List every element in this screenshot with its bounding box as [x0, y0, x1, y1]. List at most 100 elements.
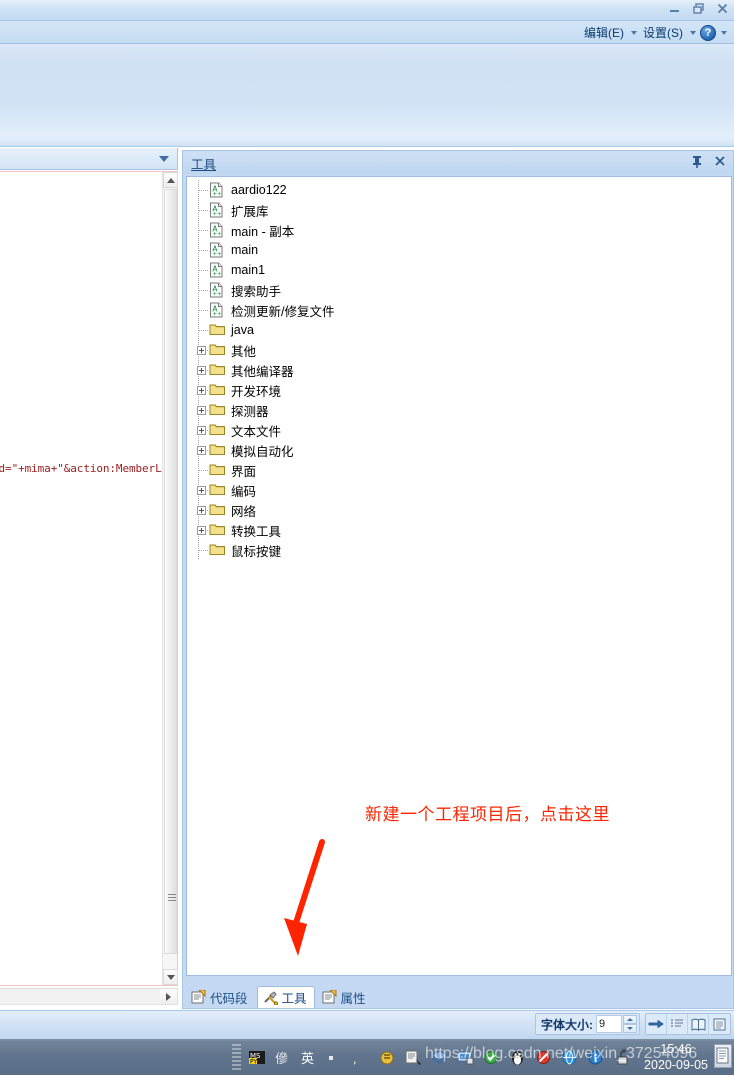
- font-size-input[interactable]: 9: [596, 1015, 622, 1033]
- ime-chinese-icon[interactable]: 英: [300, 1048, 319, 1067]
- editor-horizontal-scrollbar[interactable]: [0, 988, 178, 1005]
- show-desktop-icon[interactable]: [714, 1044, 732, 1068]
- tree-item[interactable]: 网络: [187, 500, 731, 520]
- app-box-icon[interactable]: [430, 1048, 449, 1067]
- folder-icon: [209, 342, 226, 358]
- app-monitor-icon[interactable]: [456, 1048, 475, 1067]
- tree-item[interactable]: A ++ 搜索助手: [187, 280, 731, 300]
- qq-penguin-icon[interactable]: [508, 1048, 527, 1067]
- minimize-icon[interactable]: [667, 1, 682, 16]
- tree-item[interactable]: 界面: [187, 460, 731, 480]
- close-icon[interactable]: [715, 1, 730, 16]
- book-icon[interactable]: [688, 1014, 709, 1034]
- scroll-up-arrow-icon[interactable]: [163, 172, 178, 188]
- menu-edit-label: 编辑(E): [584, 26, 624, 40]
- tree-item[interactable]: A ++ main: [187, 240, 731, 260]
- tree-item[interactable]: 鼠标按键: [187, 540, 731, 560]
- block-icon[interactable]: [534, 1048, 553, 1067]
- tree-expand-icon[interactable]: [193, 360, 209, 380]
- ime-keyboard-icon[interactable]: [378, 1048, 397, 1067]
- menu-edit-chevron-down-icon[interactable]: [628, 23, 639, 43]
- tree-expand-icon[interactable]: [193, 500, 209, 520]
- menu-settings[interactable]: 设置(S): [641, 22, 685, 43]
- svg-text:++: ++: [212, 212, 222, 218]
- tree-item[interactable]: 转换工具: [187, 520, 731, 540]
- ime-dot-icon[interactable]: [326, 1048, 345, 1067]
- help-icon[interactable]: ?: [700, 24, 716, 41]
- tree-item-label: 文本文件: [231, 424, 282, 439]
- ime-tool-icon[interactable]: [404, 1048, 423, 1067]
- browser-icon[interactable]: [560, 1048, 579, 1067]
- code-editor[interactable]: rd="+mima+"&action:MemberL: [0, 171, 178, 986]
- tree-item[interactable]: A ++ 检测更新/修复文件: [187, 300, 731, 320]
- chevron-down-icon[interactable]: [159, 156, 169, 162]
- annotation-text: 新建一个工程项目后，点击这里: [365, 805, 610, 824]
- tree-items-container: A ++ aardio122 A ++ 扩展库 A ++ main - 副本 A ++ main A ++…: [187, 180, 731, 560]
- menu-settings-chevron-down-icon[interactable]: [687, 23, 698, 43]
- arrow-right-icon[interactable]: [646, 1014, 667, 1034]
- tree-item[interactable]: A ++ aardio122: [187, 180, 731, 200]
- tree-item[interactable]: 开发环境: [187, 380, 731, 400]
- font-size-stepper[interactable]: [623, 1015, 637, 1033]
- tree-item[interactable]: A ++ main - 副本: [187, 220, 731, 240]
- stepper-up-icon[interactable]: [623, 1015, 637, 1024]
- tree-item[interactable]: 模拟自动化: [187, 440, 731, 460]
- restore-icon[interactable]: [691, 1, 706, 16]
- tree-item-label: 其他: [231, 344, 257, 359]
- ime-pen-icon[interactable]: 傪: [274, 1048, 293, 1067]
- tree-expand-icon[interactable]: [193, 400, 209, 420]
- help-chevron-down-icon[interactable]: [718, 23, 729, 43]
- taskbar-clock[interactable]: 15:46 2020-09-05: [644, 1041, 708, 1073]
- tab-tools[interactable]: 工具: [256, 986, 315, 1008]
- tree-connector-icon: [193, 280, 209, 300]
- tree-expand-icon[interactable]: [193, 420, 209, 440]
- svg-text:,: ,: [353, 1052, 357, 1066]
- file-selector-combobox[interactable]: [0, 148, 178, 170]
- editor-vertical-scrollbar[interactable]: [162, 172, 178, 985]
- tree-item-label: main: [231, 243, 259, 257]
- tab-label: 代码段: [210, 991, 248, 1006]
- tree-expand-icon[interactable]: [193, 340, 209, 360]
- tab-properties[interactable]: 属性: [317, 986, 373, 1008]
- network-icon[interactable]: [612, 1048, 631, 1067]
- tree-expand-icon[interactable]: [193, 520, 209, 540]
- pin-icon[interactable]: [691, 155, 704, 169]
- tree-item[interactable]: 探测器: [187, 400, 731, 420]
- ms-pinyin-icon[interactable]: MS PY: [248, 1048, 267, 1067]
- scroll-down-arrow-icon[interactable]: [163, 969, 178, 985]
- tree-item[interactable]: A ++ main1: [187, 260, 731, 280]
- tab-code-snippets[interactable]: 代码段: [186, 986, 255, 1008]
- tree-item-label: java: [231, 323, 254, 337]
- list-icon[interactable]: [667, 1014, 688, 1034]
- tree-connector-icon: [193, 540, 209, 560]
- scroll-right-arrow-icon[interactable]: [160, 989, 177, 1004]
- menu-edit[interactable]: 编辑(E): [582, 22, 626, 43]
- stepper-down-icon[interactable]: [623, 1024, 637, 1033]
- app-green-icon[interactable]: [482, 1048, 501, 1067]
- tree-item[interactable]: 文本文件: [187, 420, 731, 440]
- tree-expand-icon[interactable]: [193, 480, 209, 500]
- tree-item[interactable]: java: [187, 320, 731, 340]
- svg-text:++: ++: [212, 292, 222, 298]
- tree-expand-icon[interactable]: [193, 380, 209, 400]
- tree-expand-icon[interactable]: [193, 440, 209, 460]
- tray-grip-icon[interactable]: [232, 1044, 241, 1070]
- info-icon[interactable]: [586, 1048, 605, 1067]
- tree-item-label: aardio122: [231, 183, 287, 197]
- ime-comma-icon[interactable]: ,: [352, 1048, 371, 1067]
- scrollbar-thumb[interactable]: [164, 189, 177, 954]
- tree-item[interactable]: 其他: [187, 340, 731, 360]
- font-size-control[interactable]: 字体大小: 9: [535, 1013, 640, 1035]
- document-icon[interactable]: [709, 1014, 730, 1034]
- code-text: rd="+mima+"&action:MemberL: [0, 462, 162, 475]
- close-icon[interactable]: [714, 155, 727, 169]
- toolbar-area: [0, 44, 734, 147]
- tab-label: 工具: [281, 992, 307, 1006]
- aardio-file-icon: A ++: [209, 222, 226, 238]
- svg-text:PY: PY: [250, 1058, 257, 1065]
- tree-item[interactable]: 编码: [187, 480, 731, 500]
- tools-icon: [263, 990, 278, 1006]
- tree-item[interactable]: 其他编译器: [187, 360, 731, 380]
- tree-item[interactable]: A ++ 扩展库: [187, 200, 731, 220]
- tree-connector-icon: [193, 200, 209, 220]
